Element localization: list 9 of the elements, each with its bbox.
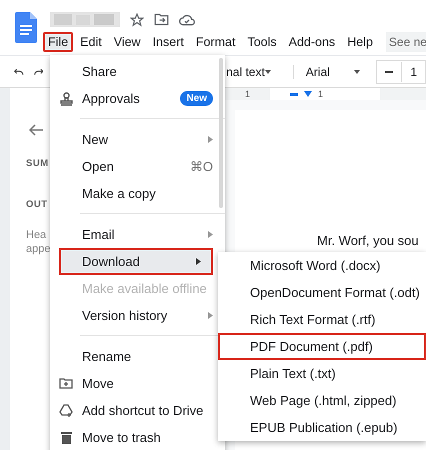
ruler-number: 1	[318, 88, 324, 100]
outline-heading: OUT	[26, 199, 48, 210]
document-text: Mr. Worf, you sou	[317, 233, 420, 248]
outline-hint-text: Hea	[26, 228, 46, 242]
shortcut-text: ⌘O	[190, 159, 213, 174]
outline-hint-text: appe	[26, 242, 50, 256]
ruler-number: 1	[245, 88, 250, 100]
new-badge: New	[180, 91, 213, 106]
summary-heading: SUM	[26, 158, 49, 169]
